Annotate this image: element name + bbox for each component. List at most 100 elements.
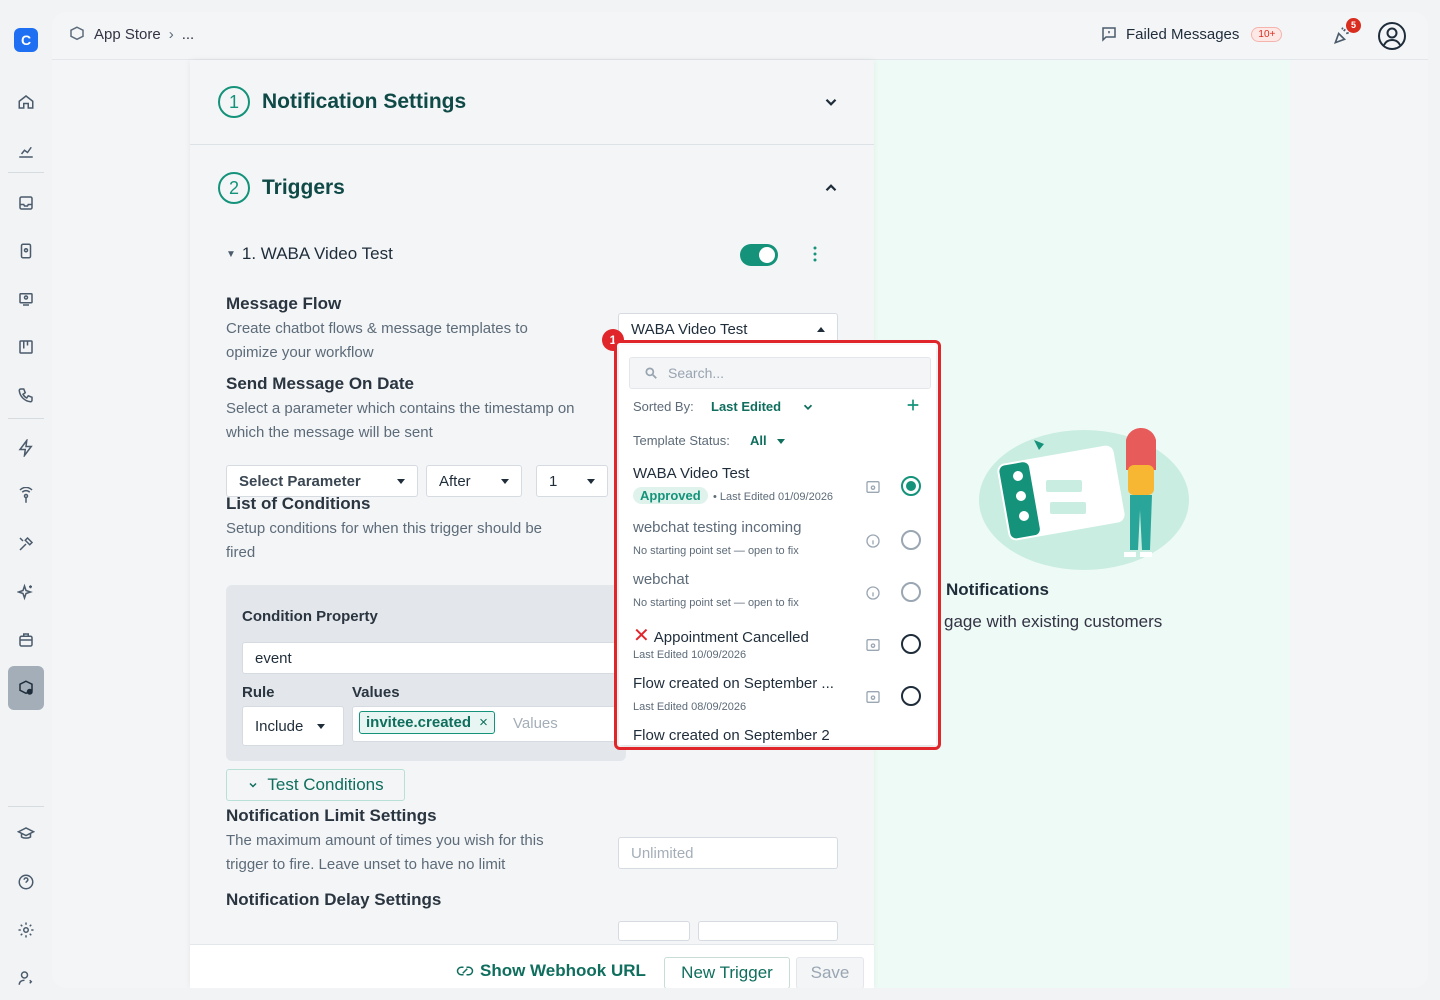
chevron-down-icon[interactable]	[801, 400, 815, 414]
learn-icon[interactable]	[12, 820, 40, 848]
dropdown-item[interactable]: webchat testing incoming No starting poi…	[619, 515, 936, 567]
dropdown-item[interactable]: Flow created on September 2	[619, 723, 936, 747]
send-date-desc: which the message will be sent	[226, 424, 433, 441]
save-button[interactable]: Save	[796, 957, 864, 988]
limit-placeholder: Unlimited	[631, 844, 694, 862]
item-title-row: ✕ Appointment Cancelled	[633, 623, 848, 648]
amount-dropdown[interactable]: 1	[536, 465, 608, 497]
chevron-down-icon[interactable]	[822, 93, 840, 111]
new-trigger-button[interactable]: New Trigger	[664, 957, 790, 988]
more-vertical-icon[interactable]	[812, 246, 818, 262]
broadcast-icon[interactable]	[12, 285, 40, 313]
test-conditions-button[interactable]: Test Conditions	[226, 769, 405, 801]
dropdown-item[interactable]: ✕ Appointment Cancelled Last Edited 10/09…	[619, 619, 936, 671]
message-flow-desc: opimize your workflow	[226, 344, 374, 361]
account-settings-icon[interactable]	[12, 964, 40, 992]
caret-down-icon	[317, 723, 326, 729]
user-avatar-icon[interactable]	[1377, 21, 1407, 51]
preview-icon[interactable]	[865, 689, 881, 705]
radio-option[interactable]	[901, 686, 921, 706]
caret-down-icon[interactable]	[777, 439, 785, 444]
promo-subtitle: gage with existing customers	[944, 612, 1163, 631]
webhook-label: Show Webhook URL	[480, 961, 646, 980]
failed-count-badge: 10+	[1251, 26, 1283, 42]
item-title: webchat	[633, 571, 689, 588]
failed-messages-label: Failed Messages	[1126, 25, 1240, 43]
message-alert-icon	[1102, 27, 1116, 42]
rule-dropdown[interactable]: Include	[242, 706, 344, 746]
app-store-icon[interactable]	[8, 666, 44, 710]
ai-sparkle-icon[interactable]	[12, 578, 40, 606]
condition-property-input[interactable]: event	[242, 642, 626, 674]
briefcase-icon[interactable]	[12, 626, 40, 654]
template-status-value[interactable]: All	[750, 433, 767, 448]
item-title: Flow created on September ...	[633, 675, 834, 692]
breadcrumb-more[interactable]: ...	[182, 26, 195, 43]
caret-down-icon[interactable]: ▼	[226, 249, 236, 260]
section-triggers[interactable]: 2 Triggers	[190, 145, 874, 230]
cross-mark-icon: ✕	[633, 625, 650, 647]
show-webhook-url-link[interactable]: Show Webhook URL	[456, 961, 646, 981]
inbox-icon[interactable]	[12, 189, 40, 217]
tools-icon[interactable]	[12, 530, 40, 558]
board-icon[interactable]	[12, 333, 40, 361]
new-trigger-label: New Trigger	[681, 963, 773, 982]
app-logo[interactable]: C	[14, 28, 38, 52]
condition-property-label: Condition Property	[242, 608, 378, 625]
section-notification-settings[interactable]: 1 Notification Settings	[190, 60, 874, 145]
radio-option[interactable]	[901, 530, 921, 550]
sorted-by-value[interactable]: Last Edited	[711, 399, 781, 414]
delay-amount-input[interactable]	[618, 921, 690, 941]
dropdown-item[interactable]: WABA Video Test Approved • Last Edited 0…	[619, 461, 936, 513]
caret-up-icon	[817, 326, 825, 332]
sorted-by-label: Sorted By:	[633, 399, 694, 414]
chevron-down-icon	[249, 782, 257, 788]
add-flow-icon[interactable]	[905, 397, 921, 413]
caret-down-icon	[501, 478, 509, 484]
chip-label: invitee.created	[366, 714, 472, 731]
dropdown-search-input[interactable]: Search...	[629, 357, 931, 389]
trigger-name: 1. WABA Video Test	[241, 244, 393, 263]
section-title: Notification Settings	[262, 90, 467, 113]
link-icon	[456, 966, 474, 976]
failed-messages-button[interactable]: Failed Messages 10+	[1100, 25, 1283, 43]
contacts-icon[interactable]	[12, 237, 40, 265]
signal-icon[interactable]	[12, 482, 40, 510]
values-placeholder: Values	[513, 715, 558, 732]
item-title: webchat testing incoming	[633, 519, 802, 536]
radio-selected[interactable]	[901, 476, 921, 496]
sidebar-divider	[8, 418, 44, 419]
notifications-illustration	[979, 428, 1189, 570]
preview-icon[interactable]	[865, 637, 881, 653]
breadcrumb-app-store[interactable]: App Store	[94, 26, 161, 43]
dropdown-item[interactable]: Flow created on September ... Last Edite…	[619, 671, 936, 723]
analytics-icon[interactable]	[12, 137, 40, 165]
settings-gear-icon[interactable]	[12, 916, 40, 944]
item-title: WABA Video Test	[633, 465, 750, 482]
chevron-up-icon[interactable]	[822, 179, 840, 197]
info-icon[interactable]	[865, 585, 881, 601]
search-placeholder: Search...	[668, 365, 725, 381]
timing-dropdown[interactable]: After	[426, 465, 522, 497]
select-parameter-dropdown[interactable]: Select Parameter	[226, 465, 418, 497]
info-icon[interactable]	[865, 533, 881, 549]
trigger-header[interactable]: ▼ 1. WABA Video Test	[226, 244, 393, 264]
rule-label: Rule	[242, 684, 275, 701]
sidebar-divider	[8, 806, 44, 807]
automation-icon[interactable]	[12, 434, 40, 462]
dropdown-item[interactable]: webchat No starting point set — open to …	[619, 567, 936, 619]
radio-option[interactable]	[901, 582, 921, 602]
caret-down-icon	[397, 478, 405, 484]
rule-value: Include	[255, 717, 304, 735]
home-icon[interactable]	[12, 88, 40, 116]
help-icon[interactable]	[12, 868, 40, 896]
limit-input[interactable]: Unlimited	[618, 837, 838, 869]
delay-unit-dropdown[interactable]	[698, 921, 838, 941]
trigger-enabled-toggle[interactable]	[740, 244, 778, 266]
radio-option[interactable]	[901, 634, 921, 654]
condition-property-value: event	[255, 649, 292, 667]
close-icon[interactable]: ×	[479, 714, 488, 731]
preview-icon[interactable]	[865, 479, 881, 495]
message-flow-dropdown: Search... Sorted By: Last Edited Templat…	[614, 340, 941, 750]
phone-icon[interactable]	[12, 381, 40, 409]
